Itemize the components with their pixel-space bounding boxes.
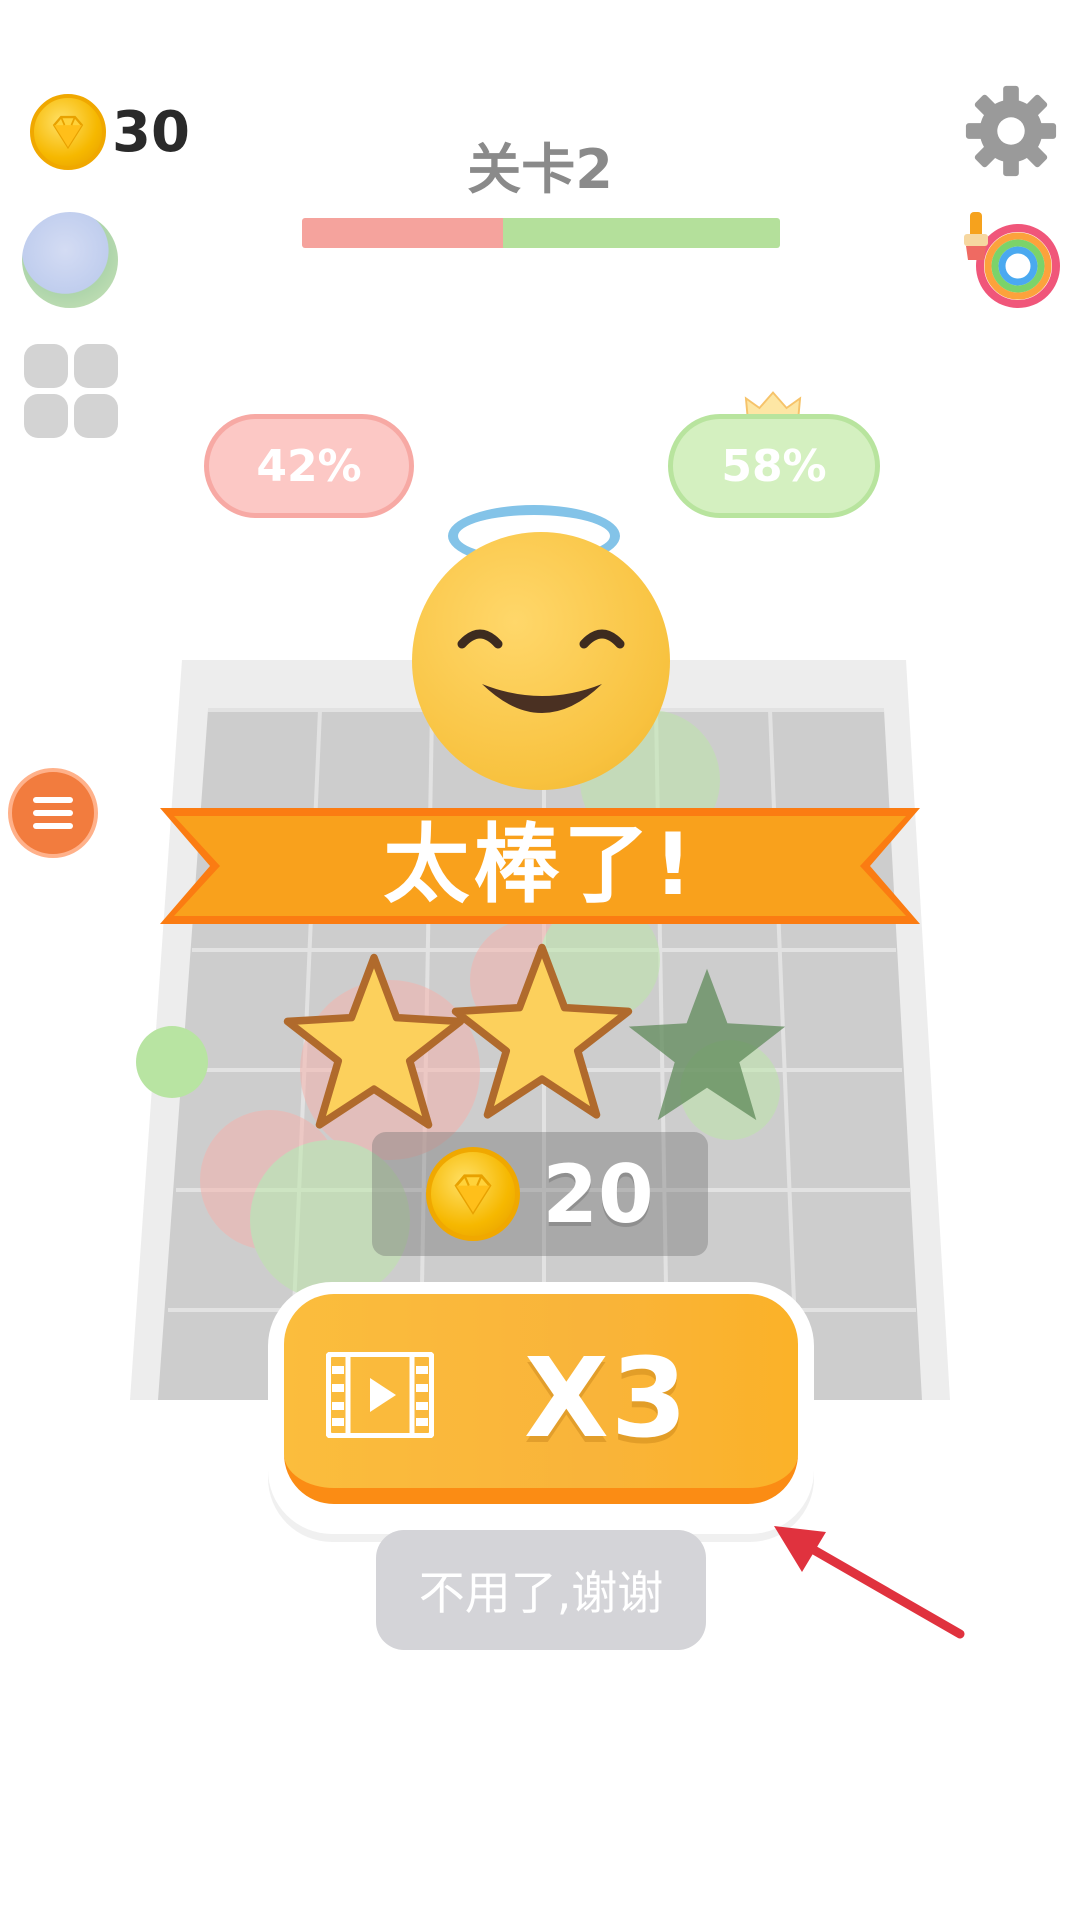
menu-icon bbox=[33, 797, 73, 803]
progress-red-segment bbox=[302, 218, 503, 248]
star-icon-filled bbox=[283, 953, 465, 1129]
grid-icon[interactable] bbox=[24, 344, 118, 438]
smiley-avatar bbox=[412, 532, 670, 790]
gear-icon bbox=[965, 85, 1057, 177]
level-title: 关卡2 bbox=[467, 138, 613, 201]
red-team-percent: 42% bbox=[204, 414, 414, 518]
no-thanks-button[interactable]: 不用了,谢谢 bbox=[376, 1530, 706, 1650]
green-team-percent: 58% bbox=[668, 414, 880, 518]
paint-shop-button[interactable] bbox=[962, 210, 1062, 310]
grid-cell bbox=[24, 344, 68, 388]
red-arrow-icon bbox=[774, 1526, 965, 1639]
smile-face-icon bbox=[457, 629, 625, 713]
progress-green-segment bbox=[502, 218, 780, 248]
grid-cell bbox=[74, 394, 118, 438]
reward-amount: 20 bbox=[542, 1147, 654, 1241]
multiplier-label: X3 bbox=[524, 1334, 690, 1462]
watch-video-multiplier-button[interactable]: X3 bbox=[284, 1294, 798, 1504]
settings-button[interactable] bbox=[962, 82, 1060, 180]
paint-brush-wheel-icon bbox=[964, 212, 1060, 308]
menu-icon bbox=[33, 810, 73, 816]
territory-progress-bar bbox=[302, 218, 780, 248]
menu-button[interactable] bbox=[8, 768, 98, 858]
green-player-ball bbox=[136, 1026, 208, 1098]
menu-icon bbox=[33, 823, 73, 829]
banner-title: 太棒了! bbox=[383, 815, 697, 915]
coin-icon bbox=[426, 1147, 521, 1241]
star-icon-empty bbox=[628, 968, 786, 1121]
star-icon-filled bbox=[451, 943, 633, 1119]
film-icon bbox=[326, 1352, 434, 1438]
reward-panel: 20 bbox=[372, 1132, 708, 1256]
globe-icon[interactable] bbox=[22, 212, 118, 308]
grid-cell bbox=[24, 394, 68, 438]
grid-cell bbox=[74, 344, 118, 388]
